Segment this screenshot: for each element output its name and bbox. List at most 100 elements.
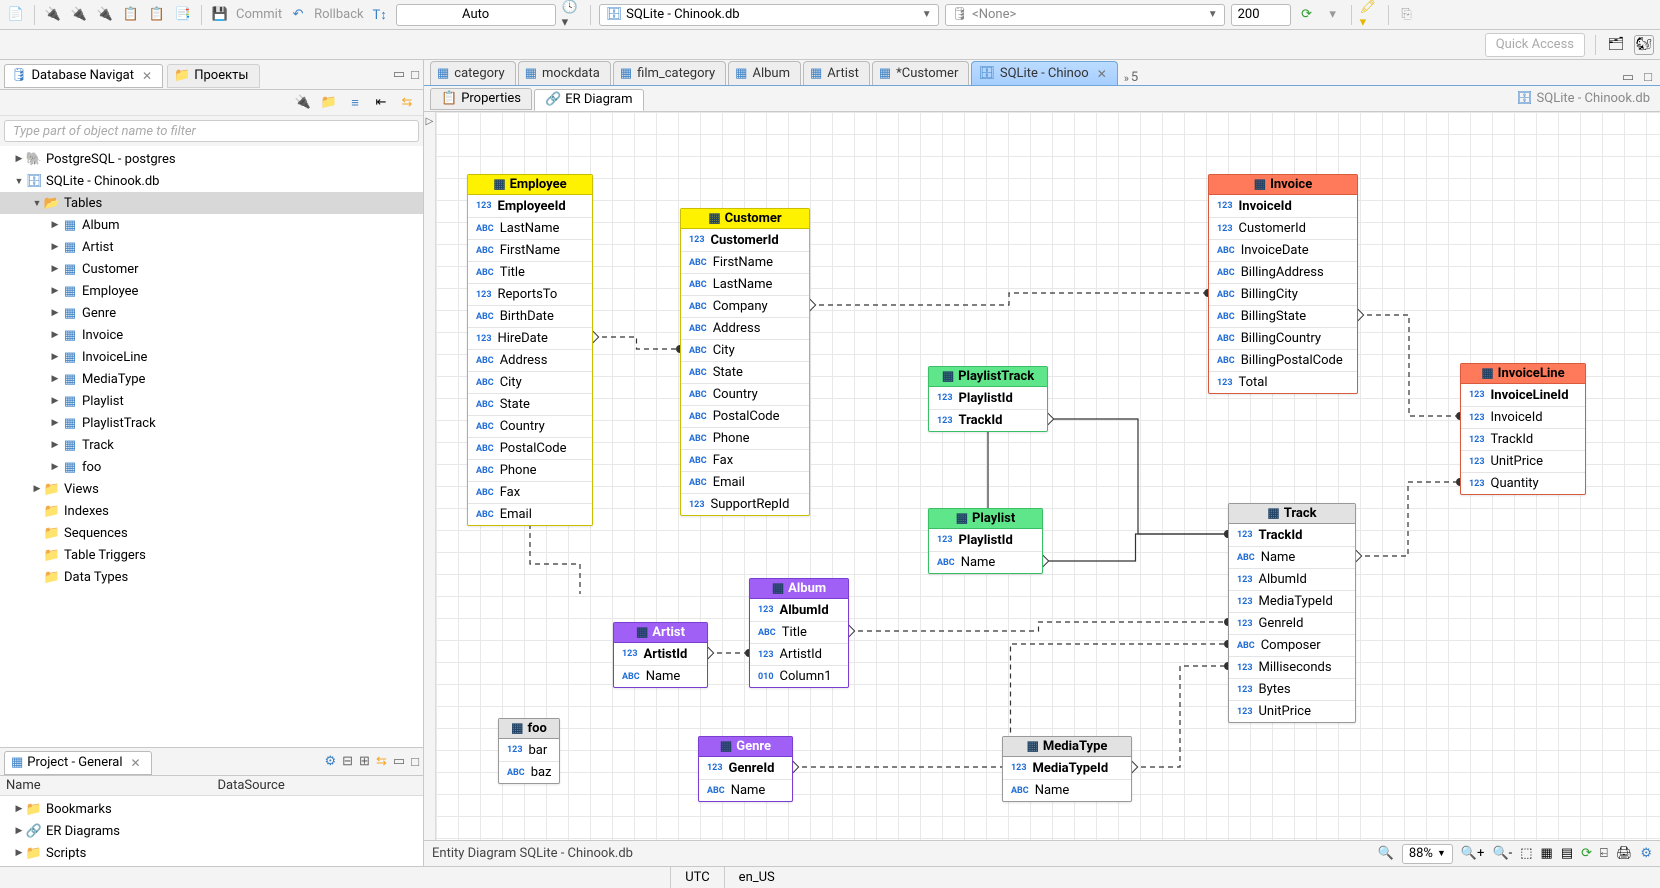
sub-tab[interactable]: 🔗ER Diagram xyxy=(534,89,644,111)
editor-tab[interactable]: ▦category xyxy=(430,61,516,85)
field[interactable]: ABCName xyxy=(929,551,1042,573)
tree-item[interactable]: ▶▦PlaylistTrack xyxy=(0,412,423,434)
tree-item[interactable]: ▶▦Employee xyxy=(0,280,423,302)
filter-datatype-icon[interactable]: ≡ xyxy=(345,93,365,113)
field[interactable]: ABCName xyxy=(1229,546,1355,568)
field[interactable]: 123TrackId xyxy=(929,409,1047,431)
max-rows-input[interactable] xyxy=(1231,4,1291,26)
close-icon[interactable]: ✕ xyxy=(131,756,141,770)
connect-all-icon[interactable]: 🔌 xyxy=(69,5,89,25)
field[interactable]: ABCCity xyxy=(681,339,809,361)
field[interactable]: ABCBillingState xyxy=(1209,305,1357,327)
refresh-icon[interactable]: ⟳ xyxy=(1297,5,1317,25)
field[interactable]: 123bar xyxy=(499,739,559,761)
field[interactable]: ABCAddress xyxy=(681,317,809,339)
field[interactable]: 123CustomerId xyxy=(1209,217,1357,239)
editor-tab[interactable]: ▦Artist xyxy=(803,61,870,85)
tree-item[interactable]: ▶▦Customer xyxy=(0,258,423,280)
tree-item[interactable]: ▶▦Invoice xyxy=(0,324,423,346)
sub-tab[interactable]: 📋Properties xyxy=(430,88,532,110)
tree-item[interactable]: 📁Sequences xyxy=(0,522,423,544)
maximize-icon[interactable]: □ xyxy=(411,754,419,770)
field[interactable]: 123TrackId xyxy=(1229,524,1355,546)
perspective-icon[interactable]: 🗂 xyxy=(1606,35,1626,55)
field[interactable]: ABCFirstName xyxy=(681,251,809,273)
close-icon[interactable]: ✕ xyxy=(1097,67,1107,81)
tree-item[interactable]: ▶▦foo xyxy=(0,456,423,478)
quick-access-button[interactable]: Quick Access xyxy=(1485,33,1585,57)
maximize-icon[interactable]: □ xyxy=(411,67,419,83)
tree-item[interactable]: ▼🗄SQLite - Chinook.db xyxy=(0,170,423,192)
highlighter-icon[interactable]: 🖍▾ xyxy=(1360,5,1380,25)
tab-project[interactable]: ▦ Project - General ✕ xyxy=(4,751,152,775)
entity-artist[interactable]: ▦Artist123ArtistIdABCName xyxy=(613,622,708,688)
entity-foo[interactable]: ▦foo123barABCbaz xyxy=(498,718,560,784)
print-icon[interactable]: 🖨 xyxy=(1616,846,1633,861)
field[interactable]: ABCBillingCountry xyxy=(1209,327,1357,349)
entity-playlisttrack[interactable]: ▦PlaylistTrack123PlaylistId123TrackId xyxy=(928,366,1048,432)
field[interactable]: 123ReportsTo xyxy=(468,283,592,305)
zoom-combo[interactable]: 88% ▼ xyxy=(1402,844,1453,864)
field[interactable]: ABCBillingPostalCode xyxy=(1209,349,1357,371)
field[interactable]: 123TrackId xyxy=(1461,428,1585,450)
entity-mediatype[interactable]: ▦MediaType123MediaTypeIdABCName xyxy=(1002,736,1132,802)
collapse-icon[interactable]: ⇤ xyxy=(371,93,391,113)
sql-editor-recent-icon[interactable]: 📋 xyxy=(147,5,167,25)
field[interactable]: ABCCity xyxy=(468,371,592,393)
zoom-out-icon[interactable]: 🔍- xyxy=(1492,846,1512,861)
sql-editor-new-icon[interactable]: 📑 xyxy=(173,5,193,25)
database-combo[interactable]: 🛢 <None> ▼ xyxy=(945,4,1225,26)
commit-label[interactable]: Commit xyxy=(236,7,282,22)
tree-item[interactable]: ▶📁Scripts xyxy=(0,842,423,864)
field[interactable]: ABCComposer xyxy=(1229,634,1355,656)
collapse-all-icon[interactable]: ⊟ xyxy=(342,754,353,769)
field[interactable]: ABCFirstName xyxy=(468,239,592,261)
field[interactable]: 123GenreId xyxy=(699,757,792,779)
expand-icon[interactable]: ⊞ xyxy=(359,754,370,769)
field[interactable]: ABCPhone xyxy=(468,459,592,481)
field[interactable]: ABCbaz xyxy=(499,761,559,783)
field[interactable]: 123PlaylistId xyxy=(929,529,1042,551)
field[interactable]: ABCAddress xyxy=(468,349,592,371)
field[interactable]: ABCEmail xyxy=(468,503,592,525)
tree-item[interactable]: ▶▦Playlist xyxy=(0,390,423,412)
field[interactable]: 123HireDate xyxy=(468,327,592,349)
gear-icon[interactable]: ⚙ xyxy=(1640,846,1652,861)
tree-item[interactable]: 📁Table Triggers xyxy=(0,544,423,566)
tree-item[interactable]: ▶▦Genre xyxy=(0,302,423,324)
field[interactable]: ABCLastName xyxy=(681,273,809,295)
field[interactable]: 123Total xyxy=(1209,371,1357,393)
grid-icon[interactable]: ▦ xyxy=(1541,846,1553,861)
field[interactable]: ABCPostalCode xyxy=(468,437,592,459)
field[interactable]: 123EmployeeId xyxy=(468,195,592,217)
field[interactable]: 010Column1 xyxy=(750,665,848,687)
tree-item[interactable]: 📁Data Types xyxy=(0,566,423,588)
field[interactable]: ABCCountry xyxy=(681,383,809,405)
field[interactable]: ABCBillingAddress xyxy=(1209,261,1357,283)
tree-item[interactable]: ▼📂Tables xyxy=(0,192,423,214)
field[interactable]: 123Milliseconds xyxy=(1229,656,1355,678)
connection-combo[interactable]: 🗄 SQLite - Chinook.db ▼ xyxy=(599,4,939,26)
entity-invoiceline[interactable]: ▦InvoiceLine123InvoiceLineId123InvoiceId… xyxy=(1460,363,1586,495)
field[interactable]: 123Bytes xyxy=(1229,678,1355,700)
tree-item[interactable]: ▶▦Track xyxy=(0,434,423,456)
link-icon[interactable]: ⇆ xyxy=(376,754,387,769)
tab-projects[interactable]: 📁 Проекты xyxy=(167,64,259,88)
editor-tab[interactable]: ▦film_category xyxy=(613,61,726,85)
tree-item[interactable]: ▶▦MediaType xyxy=(0,368,423,390)
link-icon[interactable]: ⇆ xyxy=(397,93,417,113)
editor-tab[interactable]: ▦Album xyxy=(728,61,801,85)
field[interactable]: ABCTitle xyxy=(750,621,848,643)
field[interactable]: ABCTitle xyxy=(468,261,592,283)
field[interactable]: ABCState xyxy=(468,393,592,415)
new-folder-icon[interactable]: 📁 xyxy=(319,93,339,113)
tree-item[interactable]: ▶▦Album xyxy=(0,214,423,236)
layout-icon[interactable]: ⬚ xyxy=(1520,846,1532,861)
field[interactable]: 123InvoiceLineId xyxy=(1461,384,1585,406)
field[interactable]: ABCName xyxy=(614,665,707,687)
tree-item[interactable]: 📁Indexes xyxy=(0,500,423,522)
field[interactable]: ABCName xyxy=(1003,779,1131,801)
tree-item[interactable]: ▶🐘PostgreSQL - postgres xyxy=(0,148,423,170)
field[interactable]: 123SupportRepId xyxy=(681,493,809,515)
minimize-icon[interactable]: ▭ xyxy=(393,67,405,82)
